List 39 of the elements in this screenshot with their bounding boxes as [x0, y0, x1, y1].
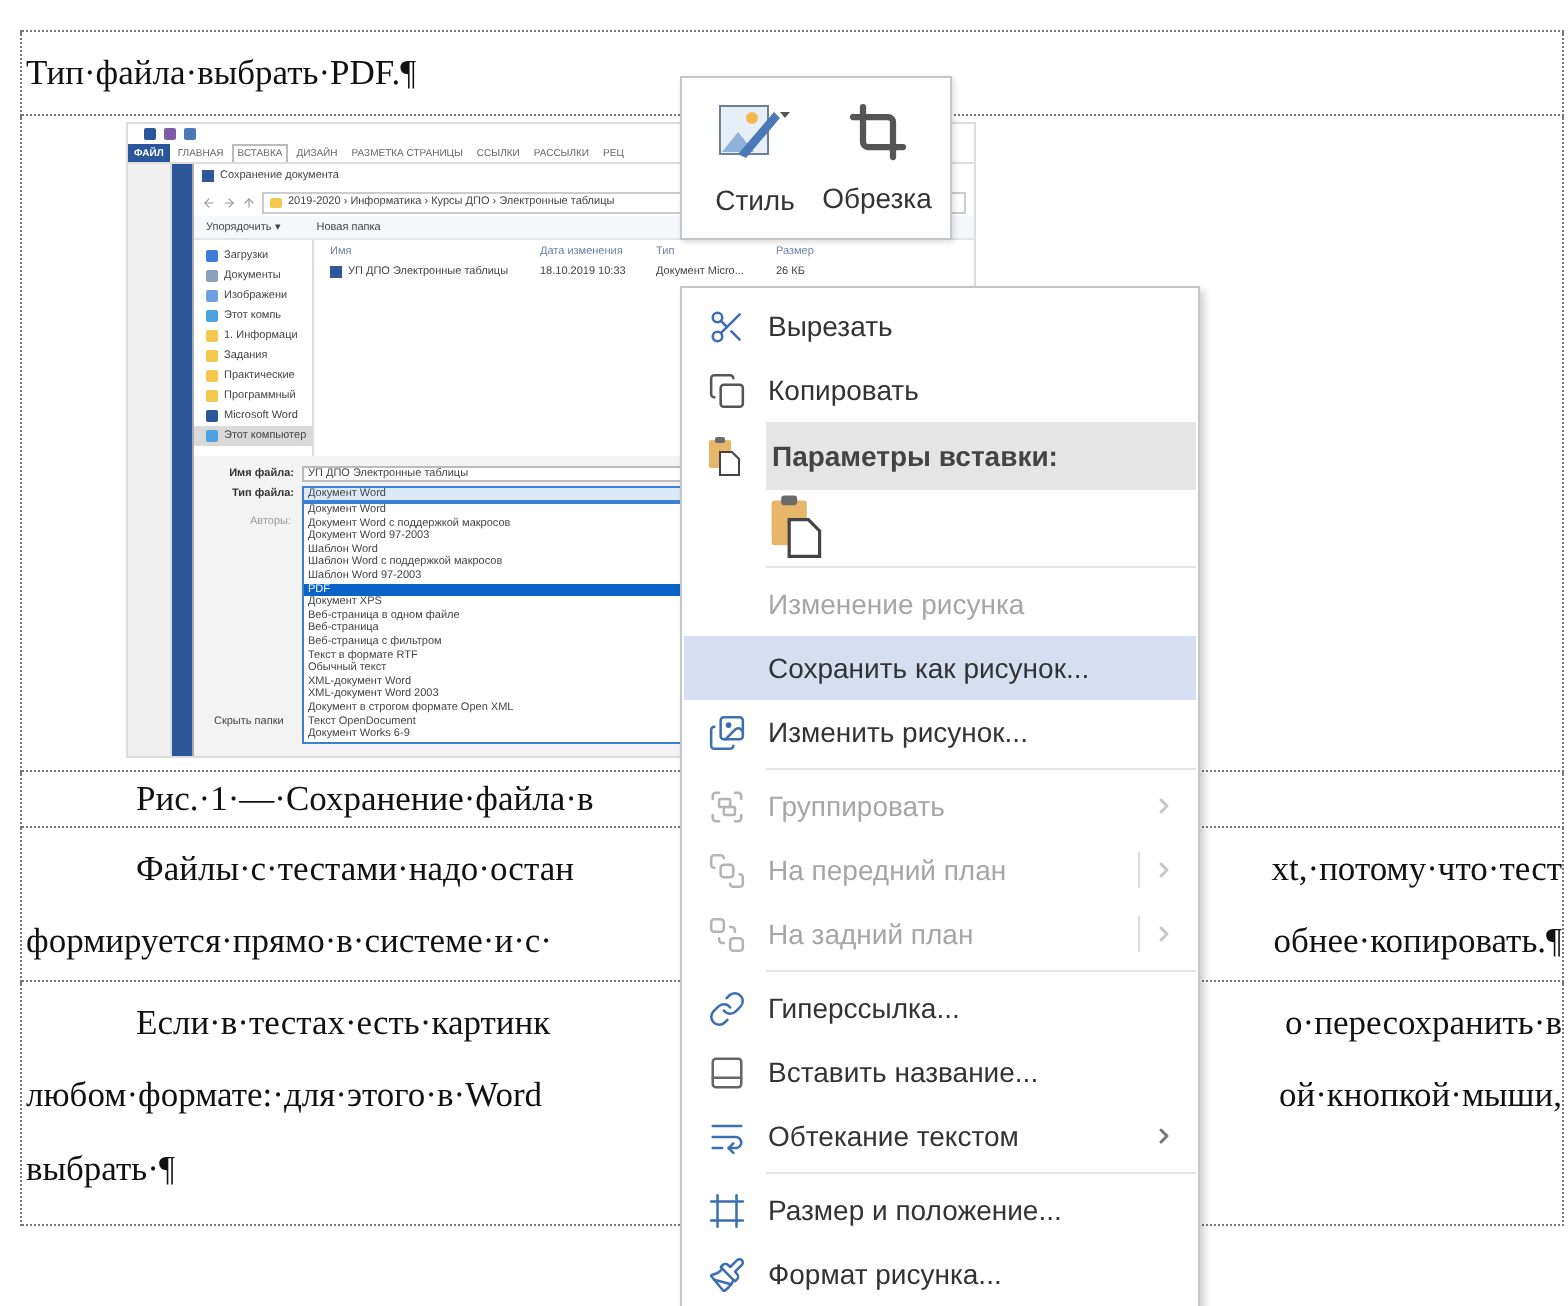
- paintbrush-icon: [707, 1255, 745, 1293]
- menu-section-header: Параметры вставки:: [766, 422, 1196, 490]
- document-text: формируется·прямо·в·системе·и·с·: [26, 919, 553, 961]
- document-text: Рис.·1·—·Сохранение·файла·в: [136, 777, 594, 819]
- menu-item[interactable]: Сохранить как рисунок...: [684, 636, 1196, 700]
- document-text: любом·формате:·для·этого·в·Word: [26, 1074, 543, 1117]
- menu-item[interactable]: Размер и положение...: [684, 1178, 1196, 1242]
- document-text: о·пересохранить·в: [1285, 1001, 1562, 1044]
- document-text: xt,·потому·что·тест: [1271, 847, 1562, 889]
- crop-icon: [847, 102, 907, 162]
- group-icon: [707, 787, 745, 825]
- document-text: ой·кнопкой·мыши,: [1278, 1074, 1562, 1117]
- forward-icon[interactable]: [222, 195, 236, 209]
- document-text: Файлы·с·тестами·надо·остан: [136, 847, 574, 889]
- menu-item[interactable]: Гиперссылка...: [684, 976, 1196, 1040]
- menu-item[interactable]: Обтекание текстом: [684, 1104, 1196, 1168]
- copy-icon: [707, 371, 745, 409]
- caption-icon: [707, 1053, 745, 1091]
- bring-forward-icon: [707, 851, 745, 889]
- document-text: обнее·копировать.¶: [1273, 919, 1562, 961]
- menu-item[interactable]: Вырезать: [684, 294, 1196, 358]
- menu-item[interactable]: Вставить название...: [684, 1040, 1196, 1104]
- document-text: Тип·файла·выбрать·PDF.¶: [26, 51, 417, 93]
- menu-item[interactable]: Формат рисунка...: [684, 1242, 1196, 1306]
- menu-item[interactable]: Изменить рисунок...: [684, 700, 1196, 764]
- picture-brush-icon: [717, 100, 793, 164]
- paste-option-button[interactable]: [766, 494, 826, 558]
- clipboard-icon: [708, 436, 740, 476]
- send-backward-icon: [707, 915, 745, 953]
- scissors-icon: [707, 307, 745, 345]
- menu-item[interactable]: Копировать: [684, 358, 1196, 422]
- clipboard-icon: [770, 494, 822, 558]
- document-text: Если·в·тестах·есть·картинк: [136, 1001, 551, 1044]
- up-icon[interactable]: [242, 195, 256, 209]
- pictures-icon: [707, 713, 745, 751]
- document-text: выбрать·¶: [26, 1147, 175, 1190]
- link-icon: [707, 989, 745, 1027]
- back-icon[interactable]: [202, 195, 216, 209]
- frame-icon: [707, 1191, 745, 1229]
